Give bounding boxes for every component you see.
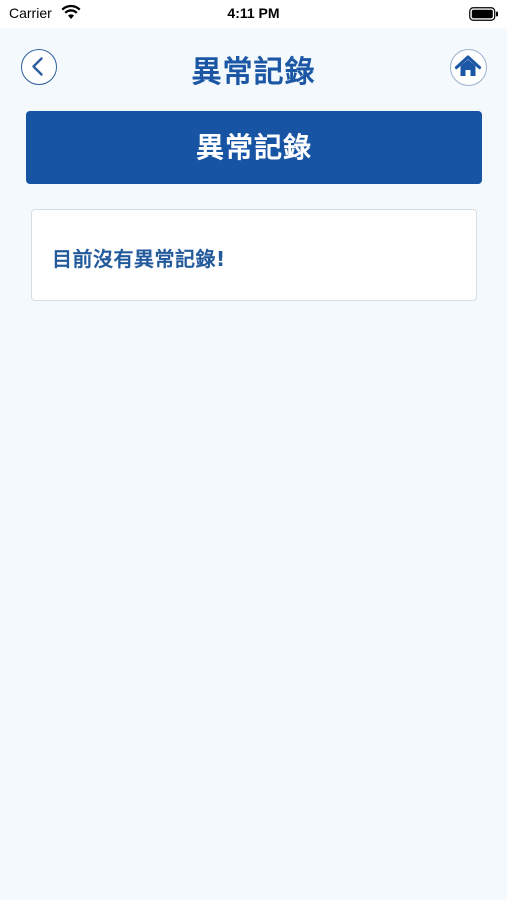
- battery-icon: [469, 6, 499, 21]
- nav-bar: 異常記錄: [0, 28, 507, 108]
- home-icon: [454, 55, 482, 76]
- status-time: 4:11 PM: [227, 5, 280, 21]
- home-button[interactable]: [450, 49, 487, 86]
- empty-state-card: 目前沒有異常記錄!: [31, 209, 477, 301]
- empty-state-message: 目前沒有異常記錄!: [52, 247, 226, 271]
- page-title: 異常記錄: [191, 55, 316, 90]
- section-banner: 異常記錄: [26, 111, 482, 184]
- status-bar: Carrier 4:11 PM: [0, 0, 507, 28]
